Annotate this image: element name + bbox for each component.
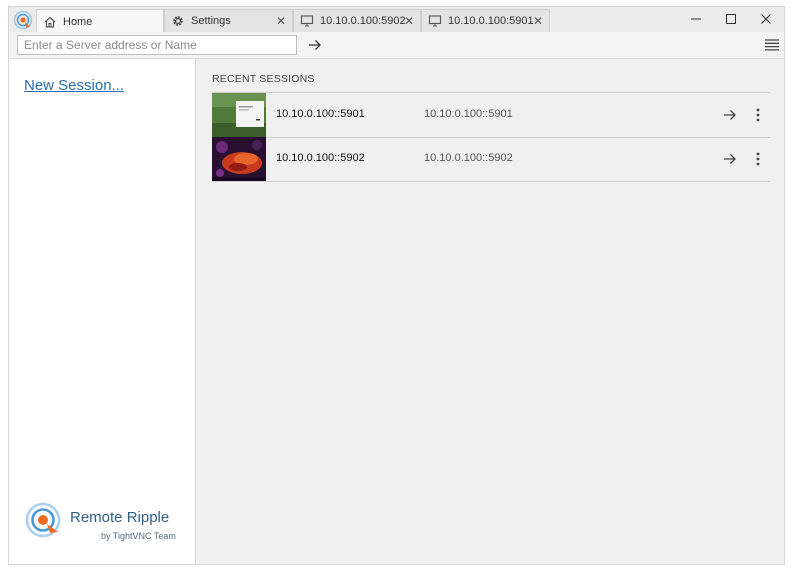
session-address: 10.10.0.100::5902	[424, 152, 513, 164]
more-vertical-icon	[756, 108, 760, 122]
monitor-icon	[428, 14, 442, 28]
tab-home-label: Home	[63, 15, 93, 28]
session-more-button[interactable]	[752, 105, 764, 125]
server-address-input[interactable]	[17, 35, 297, 55]
recent-sessions-title: RECENT SESSIONS	[212, 73, 315, 85]
monitor-icon	[300, 14, 314, 28]
tab-session-5902-label: 10.10.0.100:5902	[320, 15, 406, 27]
close-icon[interactable]: ✕	[533, 14, 543, 28]
new-session-link[interactable]: New Session...	[24, 77, 124, 94]
brand-logo-block: Remote Ripple by TightVNC Team	[23, 501, 193, 551]
close-icon	[760, 14, 771, 24]
brand-name: Remote Ripple	[70, 509, 170, 526]
arrow-right-icon	[724, 110, 736, 120]
session-name: 10.10.0.100::5901	[276, 108, 365, 120]
home-icon	[43, 15, 57, 29]
close-icon[interactable]: ✕	[276, 14, 286, 28]
open-session-button[interactable]	[720, 150, 740, 168]
tab-session-5901-label: 10.10.0.100:5901	[448, 15, 534, 27]
session-address: 10.10.0.100::5901	[424, 108, 513, 120]
tab-settings[interactable]: Settings ✕	[164, 9, 293, 32]
remote-ripple-logo-icon	[25, 502, 61, 538]
sidebar: New Session... Remote Ripple by TightVNC…	[9, 59, 196, 564]
minimize-button[interactable]	[678, 7, 713, 31]
main-content: RECENT SESSIONS 10.10.0.100::5901 10.10.…	[196, 59, 784, 564]
open-session-button[interactable]	[720, 106, 740, 124]
hamburger-menu-icon[interactable]	[764, 37, 780, 53]
arrow-right-icon	[309, 40, 321, 50]
connect-button[interactable]	[305, 36, 325, 54]
app-window: Home Settings ✕ 10.10.0.100:5902 ✕ 10.10…	[8, 6, 785, 565]
close-icon[interactable]: ✕	[404, 14, 414, 28]
tab-session-5902[interactable]: 10.10.0.100:5902 ✕	[293, 9, 421, 32]
desktop-thumbnail-image	[212, 137, 266, 181]
tab-session-5901[interactable]: 10.10.0.100:5901 ✕	[421, 9, 550, 32]
maximize-icon	[725, 14, 736, 24]
brand-subtitle: by TightVNC Team	[101, 531, 176, 541]
maximize-button[interactable]	[713, 7, 748, 31]
app-logo-icon	[13, 10, 33, 30]
desktop-thumbnail-image	[212, 93, 266, 137]
gear-icon	[171, 14, 185, 28]
arrow-right-icon	[724, 154, 736, 164]
tab-settings-label: Settings	[191, 15, 231, 27]
close-window-button[interactable]	[748, 7, 783, 31]
session-row[interactable]: 10.10.0.100::5901 10.10.0.100::5901	[212, 92, 770, 138]
session-name: 10.10.0.100::5902	[276, 152, 365, 164]
session-more-button[interactable]	[752, 149, 764, 169]
session-row[interactable]: 10.10.0.100::5902 10.10.0.100::5902	[212, 137, 770, 182]
address-bar	[9, 32, 784, 59]
more-vertical-icon	[756, 152, 760, 166]
minimize-icon	[690, 18, 701, 20]
tab-home[interactable]: Home	[36, 9, 164, 33]
title-bar: Home Settings ✕ 10.10.0.100:5902 ✕ 10.10…	[9, 7, 784, 33]
